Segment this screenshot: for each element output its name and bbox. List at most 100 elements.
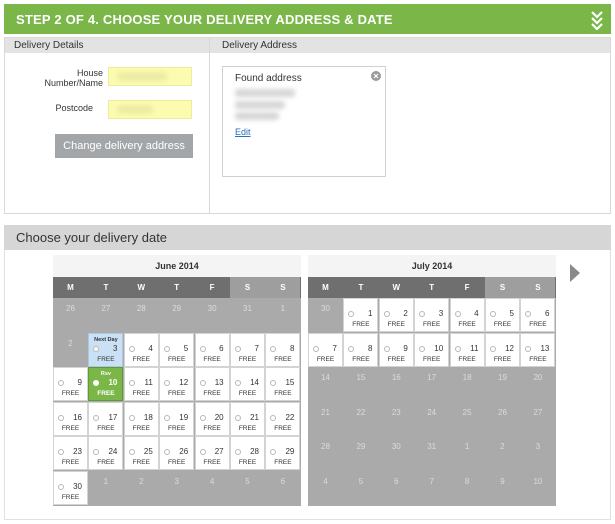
- house-number-input[interactable]: [108, 67, 192, 86]
- calendar-day[interactable]: 15 FREE: [265, 367, 301, 402]
- calendar-day[interactable]: Next Day 3 FREE: [88, 332, 124, 367]
- day-radio[interactable]: [164, 345, 171, 352]
- calendar-day[interactable]: 28 FREE: [230, 436, 265, 471]
- calendar-day[interactable]: 4 FREE: [449, 298, 485, 332]
- calendar-day[interactable]: 16 FREE: [53, 401, 88, 436]
- calendar-day[interactable]: 8 FREE: [343, 332, 379, 367]
- day-radio[interactable]: [454, 345, 461, 352]
- day-radio[interactable]: [128, 380, 135, 387]
- day-radio[interactable]: [199, 380, 206, 387]
- calendar-day[interactable]: 23 FREE: [53, 436, 88, 471]
- day-radio[interactable]: [525, 311, 532, 317]
- day-radio[interactable]: [93, 414, 100, 421]
- calendar-day[interactable]: 3 FREE: [414, 298, 450, 332]
- day-radio[interactable]: [525, 345, 532, 352]
- day-radio[interactable]: [419, 311, 426, 317]
- day-radio[interactable]: [270, 345, 277, 352]
- day-radio[interactable]: [348, 345, 355, 352]
- calendar-day[interactable]: 7 FREE: [308, 332, 343, 367]
- calendar-day[interactable]: 8 FREE: [265, 332, 301, 367]
- day-number: 17: [108, 412, 118, 422]
- change-delivery-address-button[interactable]: Change delivery address: [55, 134, 193, 158]
- calendar-day[interactable]: 19 FREE: [159, 401, 195, 436]
- calendar-day[interactable]: 7 FREE: [230, 332, 265, 367]
- calendar-day[interactable]: 17 FREE: [88, 401, 124, 436]
- day-number: 27: [101, 304, 111, 313]
- calendar-day[interactable]: 13 FREE: [194, 367, 230, 402]
- day-radio[interactable]: [454, 311, 461, 317]
- day-radio[interactable]: [348, 311, 355, 317]
- calendar-day[interactable]: 9 FREE: [378, 332, 414, 367]
- calendar-day[interactable]: 11 FREE: [123, 367, 159, 402]
- day-number: 19: [498, 373, 507, 383]
- day-radio[interactable]: [58, 484, 64, 490]
- calendar-day[interactable]: 27 FREE: [194, 436, 230, 471]
- day-radio[interactable]: [199, 449, 206, 456]
- day-radio[interactable]: [164, 380, 171, 387]
- calendar-day[interactable]: 2 FREE: [378, 298, 414, 332]
- calendar-day[interactable]: 30 FREE: [53, 471, 88, 505]
- day-number: 5: [245, 477, 250, 486]
- day-number: 8: [464, 477, 470, 486]
- calendar-day-selected[interactable]: Rsv 10 FREE: [88, 367, 124, 402]
- day-radio[interactable]: [164, 449, 171, 456]
- day-radio[interactable]: [235, 414, 241, 421]
- calendar-day[interactable]: 26 FREE: [159, 436, 195, 471]
- calendar-day[interactable]: 13 FREE: [520, 332, 556, 367]
- weekday-label: M: [322, 283, 329, 292]
- calendar-day[interactable]: 6 FREE: [520, 298, 556, 332]
- calendar-day[interactable]: 9 FREE: [53, 367, 88, 402]
- calendar-day[interactable]: 5 FREE: [485, 298, 520, 332]
- delivery-price: FREE: [352, 355, 370, 363]
- day-radio[interactable]: [58, 380, 64, 387]
- day-radio[interactable]: [270, 449, 277, 456]
- next-month-arrow-icon[interactable]: [569, 263, 581, 283]
- day-radio[interactable]: [235, 345, 241, 352]
- calendar-day[interactable]: 14 FREE: [230, 367, 265, 402]
- calendar-day-unavailable: 2: [485, 436, 520, 470]
- day-radio[interactable]: [58, 414, 64, 421]
- day-number: 9: [77, 378, 82, 388]
- day-radio[interactable]: [199, 414, 206, 421]
- day-radio[interactable]: [128, 449, 135, 456]
- calendar-day[interactable]: 25 FREE: [123, 436, 159, 471]
- calendar-day[interactable]: 12 FREE: [159, 367, 195, 402]
- calendar-day[interactable]: 4 FREE: [123, 332, 159, 367]
- day-radio[interactable]: [93, 449, 100, 456]
- day-radio[interactable]: [490, 311, 496, 317]
- calendar-day[interactable]: 20 FREE: [194, 401, 230, 436]
- double-chevron-down-icon[interactable]: [589, 8, 605, 30]
- calendar-day[interactable]: 22 FREE: [265, 401, 301, 436]
- day-radio[interactable]: [128, 345, 135, 352]
- day-radio[interactable]: [270, 380, 277, 387]
- day-radio[interactable]: [419, 345, 426, 352]
- day-radio[interactable]: [128, 414, 135, 421]
- edit-address-link[interactable]: Edit: [235, 127, 251, 137]
- calendar-day[interactable]: 5 FREE: [159, 332, 195, 367]
- calendar-day[interactable]: 18 FREE: [123, 401, 159, 436]
- calendar-day[interactable]: 6 FREE: [194, 332, 230, 367]
- calendar-day[interactable]: 12 FREE: [485, 332, 520, 367]
- day-radio[interactable]: [93, 380, 100, 387]
- day-radio[interactable]: [235, 380, 241, 387]
- day-number: 25: [143, 447, 153, 457]
- day-radio[interactable]: [383, 311, 390, 317]
- day-radio[interactable]: [164, 414, 171, 421]
- calendar-day[interactable]: 10 FREE: [414, 332, 450, 367]
- day-radio[interactable]: [313, 345, 319, 352]
- day-radio[interactable]: [199, 345, 206, 352]
- calendar-day[interactable]: 11 FREE: [449, 332, 485, 367]
- postcode-input[interactable]: [108, 100, 192, 119]
- day-radio[interactable]: [93, 345, 100, 352]
- day-radio[interactable]: [235, 449, 241, 456]
- calendar-day[interactable]: 21 FREE: [230, 401, 265, 436]
- weekday-label: F: [464, 283, 470, 292]
- close-icon[interactable]: [371, 71, 381, 81]
- day-radio[interactable]: [383, 345, 390, 352]
- day-radio[interactable]: [490, 345, 496, 352]
- calendar-day[interactable]: 29 FREE: [265, 436, 301, 471]
- calendar-day[interactable]: 24 FREE: [88, 436, 124, 471]
- calendar-day[interactable]: 1 FREE: [343, 298, 379, 332]
- day-radio[interactable]: [58, 449, 64, 456]
- day-radio[interactable]: [270, 414, 277, 421]
